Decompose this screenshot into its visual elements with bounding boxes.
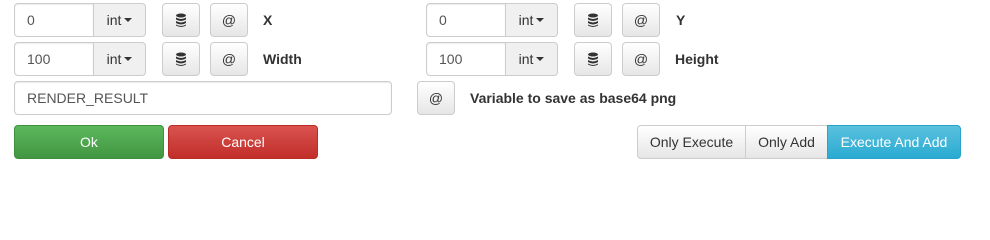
y-label: Y <box>676 12 686 28</box>
x-variable-button[interactable]: @ <box>210 3 248 37</box>
width-database-button[interactable] <box>162 42 200 76</box>
only-add-button[interactable]: Only Add <box>745 125 828 159</box>
height-database-button[interactable] <box>574 42 612 76</box>
x-input[interactable]: 0 <box>14 3 94 37</box>
y-type-label: int <box>518 12 534 28</box>
database-icon <box>588 52 598 66</box>
at-icon: @ <box>221 12 237 28</box>
x-type-dropdown[interactable]: int <box>94 3 146 37</box>
width-variable-button[interactable]: @ <box>210 42 248 76</box>
chevron-down-icon <box>124 18 133 22</box>
cancel-button[interactable]: Cancel <box>168 125 318 159</box>
database-icon <box>176 52 186 66</box>
chevron-down-icon <box>536 57 545 61</box>
x-label: X <box>263 12 273 28</box>
height-type-label: int <box>518 51 534 67</box>
database-icon <box>588 13 598 27</box>
height-input[interactable]: 100 <box>426 42 506 76</box>
only-execute-button[interactable]: Only Execute <box>637 125 746 159</box>
mode-button-group: Only Execute Only Add Execute And Add <box>637 125 961 159</box>
chevron-down-icon <box>536 18 545 22</box>
y-database-button[interactable] <box>574 3 612 37</box>
height-variable-button[interactable]: @ <box>622 42 660 76</box>
width-input[interactable]: 100 <box>14 42 94 76</box>
x-database-button[interactable] <box>162 3 200 37</box>
chevron-down-icon <box>124 57 133 61</box>
database-icon <box>176 13 186 27</box>
ok-button[interactable]: Ok <box>14 125 164 159</box>
at-icon: @ <box>633 12 649 28</box>
at-icon: @ <box>633 51 649 67</box>
result-variable-label: Variable to save as base64 png <box>470 90 677 106</box>
height-type-dropdown[interactable]: int <box>506 42 558 76</box>
result-variable-button[interactable]: @ <box>417 81 455 115</box>
at-icon: @ <box>221 51 237 67</box>
y-input[interactable]: 0 <box>426 3 506 37</box>
x-type-label: int <box>106 12 122 28</box>
width-type-label: int <box>106 51 122 67</box>
y-variable-button[interactable]: @ <box>622 3 660 37</box>
width-type-dropdown[interactable]: int <box>94 42 146 76</box>
y-type-dropdown[interactable]: int <box>506 3 558 37</box>
result-variable-input[interactable]: RENDER_RESULT <box>14 81 392 115</box>
height-label: Height <box>675 51 719 67</box>
at-icon: @ <box>428 90 444 106</box>
execute-and-add-button[interactable]: Execute And Add <box>827 125 961 159</box>
width-label: Width <box>263 51 302 67</box>
